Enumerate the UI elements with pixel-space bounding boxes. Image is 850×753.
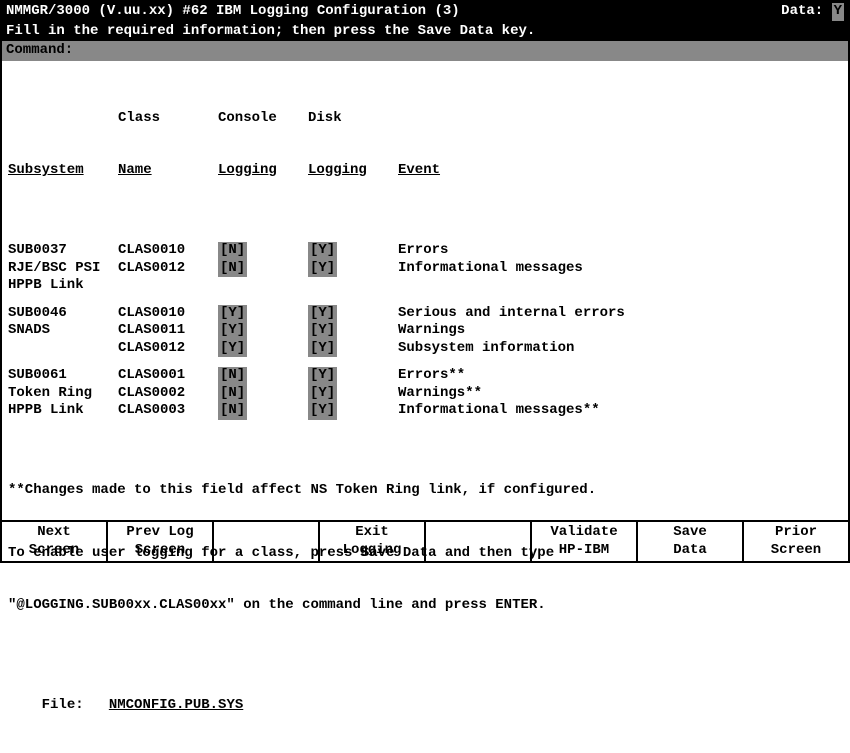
header-row-top: Class Console Disk: [8, 110, 842, 128]
fkey-7[interactable]: SaveData: [638, 522, 744, 561]
subsystem-cell: SUB0046: [8, 305, 118, 323]
disk-logging-field[interactable]: [Y]: [308, 367, 337, 385]
event-cell: Errors: [398, 242, 842, 260]
event-cell: Warnings: [398, 322, 842, 340]
instruction-line: Fill in the required information; then p…: [2, 22, 848, 42]
console-logging-field[interactable]: [N]: [218, 402, 247, 420]
console-logging-field[interactable]: [Y]: [218, 322, 247, 340]
table-row: CLAS0012[Y][Y]Subsystem information: [8, 340, 842, 358]
table-row: HPPB LinkCLAS0003[N] [Y] Informational mes…: [8, 402, 842, 420]
footnote: **Changes made to this field affect NS T…: [8, 482, 842, 500]
disk-logging-field[interactable]: [Y]: [308, 340, 337, 358]
console-logging-field[interactable]: [Y]: [218, 340, 247, 358]
function-key-bar: NextScreenPrev LogScreen ExitLogging Valid…: [2, 520, 848, 561]
disk-logging-field[interactable]: [Y]: [308, 260, 337, 278]
subsystem-cell: Token Ring: [8, 385, 118, 403]
class-cell: CLAS0010: [118, 305, 218, 323]
class-cell: CLAS0001: [118, 367, 218, 385]
table-row: SUB0037CLAS0010[N] [Y] Errors: [8, 242, 842, 260]
class-cell: CLAS0012: [118, 340, 218, 358]
class-cell: CLAS0011: [118, 322, 218, 340]
disk-logging-field[interactable]: [Y]: [308, 305, 337, 323]
subsystem-cell: HPPB Link: [8, 277, 118, 295]
fkey-4[interactable]: ExitLogging: [320, 522, 426, 561]
help-line-2: "@LOGGING.SUB00xx.CLAS00xx" on the comma…: [8, 597, 842, 615]
subsystem-cell: HPPB Link: [8, 402, 118, 420]
col-disk: Logging: [308, 162, 367, 180]
console-logging-field[interactable]: [N]: [218, 260, 247, 278]
subsystem-cell: RJE/BSC PSI: [8, 260, 118, 278]
main-content: Class Console Disk Subsystem Name Loggin…: [2, 61, 848, 753]
fkey-5: [426, 522, 532, 561]
title-right: Data: Y: [781, 3, 844, 21]
col-console: Logging: [218, 162, 277, 180]
header-row: Subsystem Name Logging Logging Event: [8, 162, 842, 180]
event-cell: Subsystem information: [398, 340, 842, 358]
fkey-8[interactable]: PriorScreen: [744, 522, 848, 561]
title-bar: NMMGR/3000 (V.uu.xx) #62 IBM Logging Con…: [2, 2, 848, 22]
event-cell: Informational messages: [398, 260, 842, 278]
subsystem-cell: SNADS: [8, 322, 118, 340]
col-subsystem: Subsystem: [8, 162, 84, 178]
event-cell: Warnings**: [398, 385, 842, 403]
disk-logging-field[interactable]: [Y]: [308, 385, 337, 403]
table-row: SUB0061CLAS0001[N] [Y] Errors**: [8, 367, 842, 385]
console-logging-field[interactable]: [N]: [218, 367, 247, 385]
table-row: Token RingCLAS0002[N] [Y] Warnings**: [8, 385, 842, 403]
table-row: HPPB Link: [8, 277, 842, 295]
subsystem-cell: SUB0061: [8, 367, 118, 385]
console-logging-field[interactable]: [Y]: [218, 305, 247, 323]
disk-logging-field[interactable]: [Y]: [308, 242, 337, 260]
fkey-3: [214, 522, 320, 561]
event-cell: Informational messages**: [398, 402, 842, 420]
fkey-2[interactable]: Prev LogScreen: [108, 522, 214, 561]
console-logging-field[interactable]: [N]: [218, 385, 247, 403]
col-class: Name: [118, 162, 152, 178]
command-input[interactable]: [73, 42, 844, 60]
table-row: SUB0046CLAS0010[Y][Y]Serious and interna…: [8, 305, 842, 323]
data-flag-field[interactable]: Y: [832, 3, 844, 21]
disk-logging-field[interactable]: [Y]: [308, 402, 337, 420]
console-logging-field[interactable]: [N]: [218, 242, 247, 260]
col-event: Event: [398, 162, 440, 178]
file-label: File:: [42, 697, 84, 713]
fkey-6[interactable]: ValidateHP-IBM: [532, 522, 638, 561]
command-line[interactable]: Command:: [2, 41, 848, 61]
class-cell: CLAS0003: [118, 402, 218, 420]
table-row: SNADSCLAS0011[Y][Y]Warnings: [8, 322, 842, 340]
class-cell: CLAS0010: [118, 242, 218, 260]
file-value: NMCONFIG.PUB.SYS: [109, 697, 243, 713]
file-line: File: NMCONFIG.PUB.SYS: [8, 679, 842, 732]
table-row: RJE/BSC PSICLAS0012[N] [Y] Informational m…: [8, 260, 842, 278]
event-cell: Serious and internal errors: [398, 305, 842, 323]
class-cell: CLAS0002: [118, 385, 218, 403]
command-label: Command:: [6, 42, 73, 60]
fkey-1[interactable]: NextScreen: [2, 522, 108, 561]
title-left: NMMGR/3000 (V.uu.xx) #62 IBM Logging Con…: [6, 3, 460, 21]
event-cell: Errors**: [398, 367, 842, 385]
disk-logging-field[interactable]: [Y]: [308, 322, 337, 340]
class-cell: CLAS0012: [118, 260, 218, 278]
subsystem-cell: SUB0037: [8, 242, 118, 260]
